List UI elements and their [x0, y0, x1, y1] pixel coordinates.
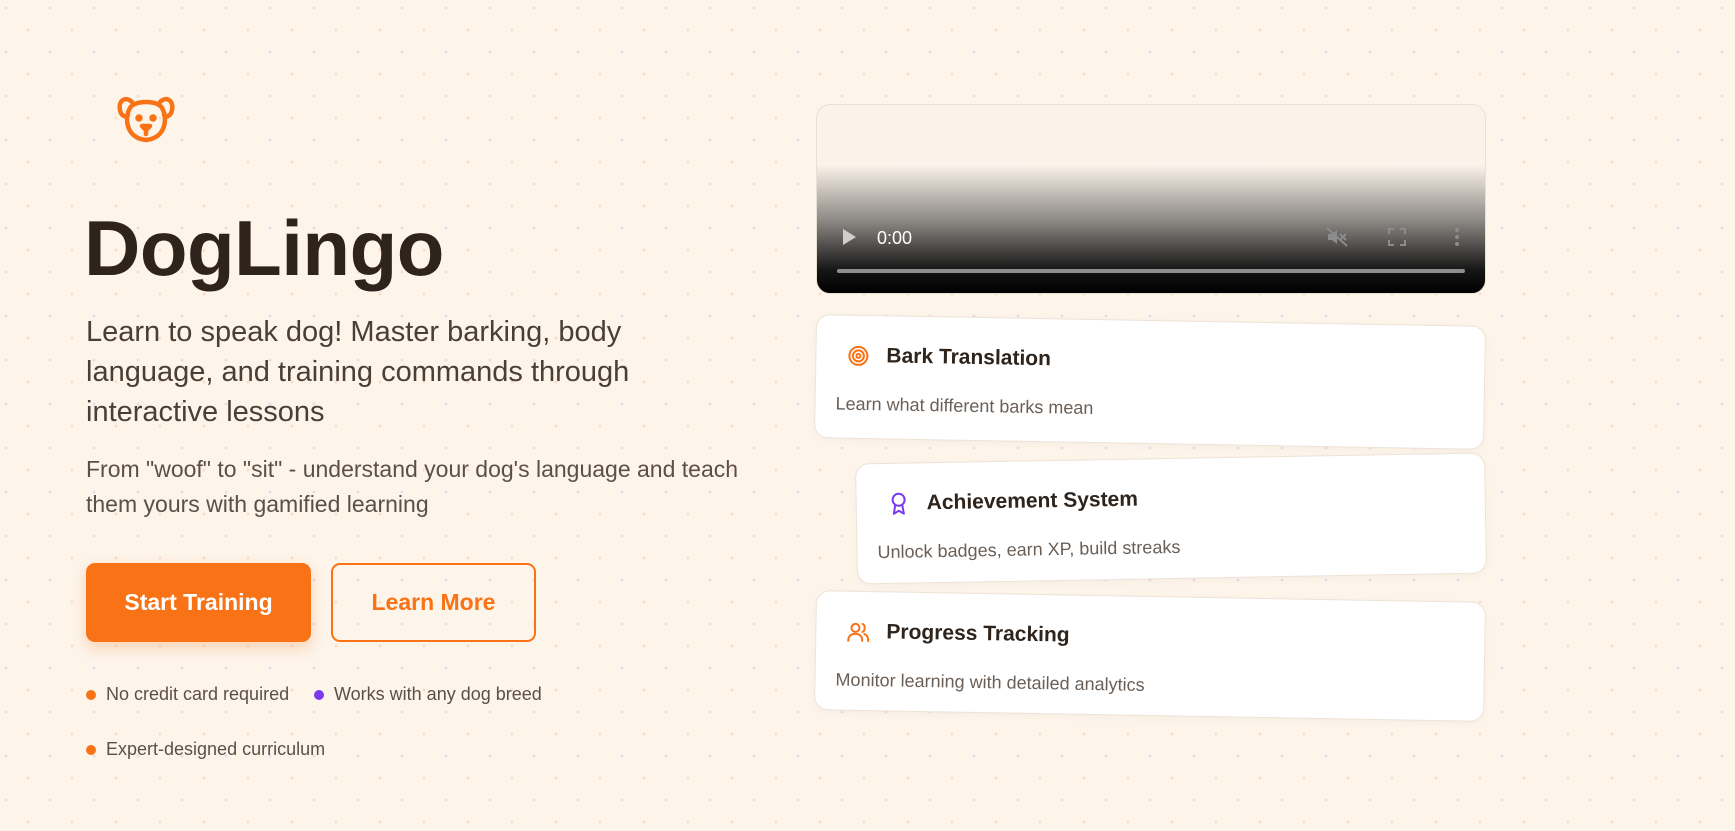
award-icon	[886, 492, 910, 516]
feature-card-bark-translation: Bark Translation Learn what different ba…	[813, 314, 1487, 450]
bullet-dot	[86, 689, 96, 700]
fullscreen-icon[interactable]	[1385, 225, 1409, 249]
users-icon	[846, 620, 870, 644]
card-text: Learn what different barks mean	[835, 393, 1094, 419]
feature-label: Expert-designed curriculum	[106, 739, 326, 759]
hero-subtitle: Learn to speak dog! Master barking, body…	[86, 316, 630, 428]
card-title: Achievement System	[926, 487, 1139, 515]
more-options-icon[interactable]	[1445, 225, 1469, 249]
bullet-dot	[86, 744, 96, 755]
video-time: 0:00	[877, 228, 913, 248]
play-icon[interactable]	[843, 229, 856, 245]
feature-label: Works with any dog breed	[334, 684, 542, 704]
feature-card-progress-tracking: Progress Tracking Monitor learning with …	[814, 590, 1486, 722]
video-player[interactable]: 0:00	[816, 104, 1486, 294]
learn-more-button[interactable]: Learn More	[331, 563, 536, 642]
video-controls: 0:00	[817, 203, 1485, 293]
bullet-dot	[314, 689, 324, 700]
feature-curriculum: Expert-designed curriculum	[86, 739, 325, 760]
dog-face-icon	[116, 88, 176, 148]
target-icon	[846, 344, 870, 368]
page-title: DogLingo	[84, 204, 444, 292]
video-progress-bar[interactable]	[837, 269, 1465, 273]
feature-no-credit-card: No credit card required	[86, 684, 289, 705]
feature-label: No credit card required	[106, 684, 290, 704]
card-text: Unlock badges, earn XP, build streaks	[877, 536, 1181, 563]
hero-description: From "woof" to "sit" - understand your d…	[86, 456, 739, 517]
start-training-button[interactable]: Start Training	[86, 563, 311, 642]
feature-any-breed: Works with any dog breed	[314, 684, 542, 705]
card-title: Progress Tracking	[886, 620, 1070, 647]
feature-card-achievement-system: Achievement System Unlock badges, earn X…	[854, 452, 1488, 585]
card-text: Monitor learning with detailed analytics	[835, 669, 1145, 695]
card-title: Bark Translation	[886, 344, 1052, 371]
mute-icon[interactable]	[1325, 225, 1349, 249]
